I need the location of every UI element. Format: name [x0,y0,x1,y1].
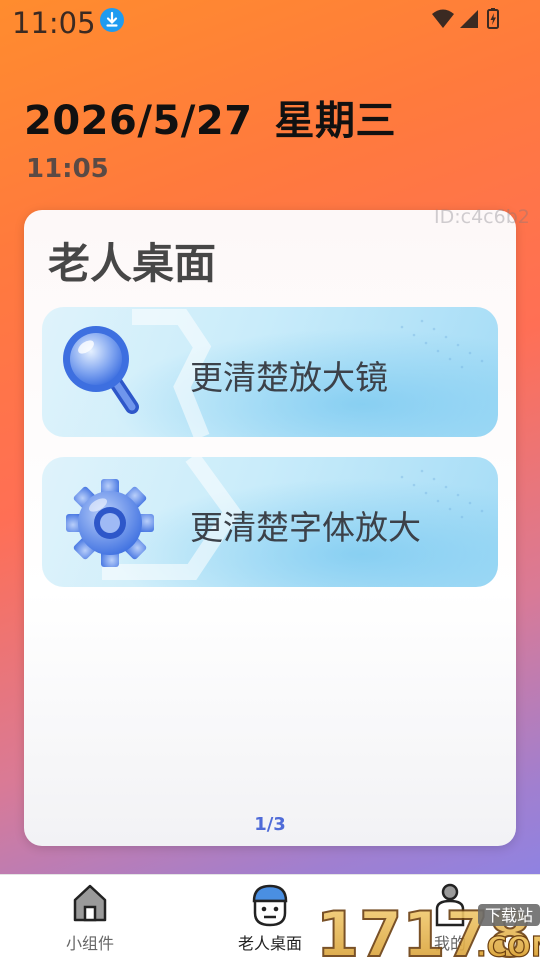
signal-icon [460,10,478,28]
font-enlarge-label: 更清楚字体放大 [190,508,421,547]
site-watermark-logo: 17178 下载站 .COM [316,897,540,960]
page-indicator: 1/3 [254,814,286,835]
elder-face-icon [252,884,288,927]
magnifier-icon [63,326,139,414]
download-icon [100,8,124,32]
watermark-tag: 下载站 [485,906,533,925]
nav-label: 小组件 [65,934,114,953]
status-bar: 11:05 [0,0,540,44]
wifi-icon [432,9,454,28]
nav-label: 老人桌面 [237,934,302,953]
home-icon [73,884,107,922]
magnifier-label: 更清楚放大镜 [190,358,388,397]
nav-item-widgets[interactable]: 小组件 [30,875,150,961]
status-time: 11:05 [12,6,96,40]
nav-item-elder-desktop[interactable]: 老人桌面 [210,875,330,961]
weekday-text: 星期三 [274,98,397,144]
gear-icon [66,479,154,567]
battery-icon [487,8,499,29]
date-heading: 2026/5/27 星期三 [24,88,396,146]
system-icons [432,8,502,30]
card-title: 老人桌面 [48,239,217,288]
magnifier-button[interactable]: 更清楚放大镜 [42,307,498,437]
watermark-domain: .COM [476,930,540,960]
device-id-text: ID:c4c6b2 [434,206,530,228]
font-enlarge-button[interactable]: 更清楚字体放大 [42,457,498,587]
date-text: 2026/5/27 [24,98,253,144]
clock-text: 11:05 [26,154,109,184]
